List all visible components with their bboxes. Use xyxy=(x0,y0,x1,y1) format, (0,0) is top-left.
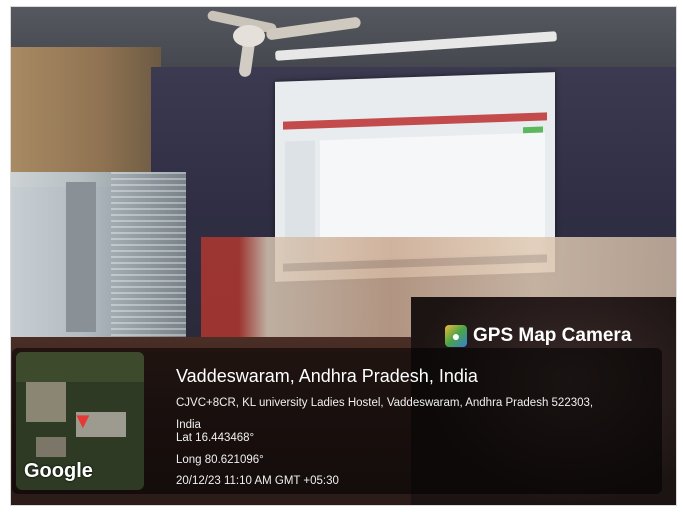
map-thumbnail: ▼ Google xyxy=(16,352,144,490)
latitude: Lat 16.443468° xyxy=(176,432,255,444)
ceiling-fan-hub xyxy=(233,25,265,47)
longitude: Long 80.621096° xyxy=(176,454,264,466)
location-address: CJVC+8CR, KL university Ladies Hostel, V… xyxy=(176,392,646,436)
google-logo: Google xyxy=(24,460,93,482)
datetime: 20/12/23 11:10 AM GMT +05:30 xyxy=(176,475,339,487)
glass-frosting xyxy=(111,172,186,352)
location-title: Vaddeswaram, Andhra Pradesh, India xyxy=(176,366,478,386)
location-pin-icon: ▼ xyxy=(72,408,94,433)
projected-app-header xyxy=(283,112,547,130)
wood-wall xyxy=(11,47,161,187)
address-line-1: CJVC+8CR, KL university Ladies Hostel, V… xyxy=(176,397,594,409)
gps-map-camera-badge: ● GPS Map Camera xyxy=(445,322,631,350)
badge-title: GPS Map Camera xyxy=(473,325,632,346)
projected-app-button xyxy=(523,126,543,134)
door xyxy=(66,182,96,332)
map-pin-icon: ● xyxy=(445,325,467,347)
